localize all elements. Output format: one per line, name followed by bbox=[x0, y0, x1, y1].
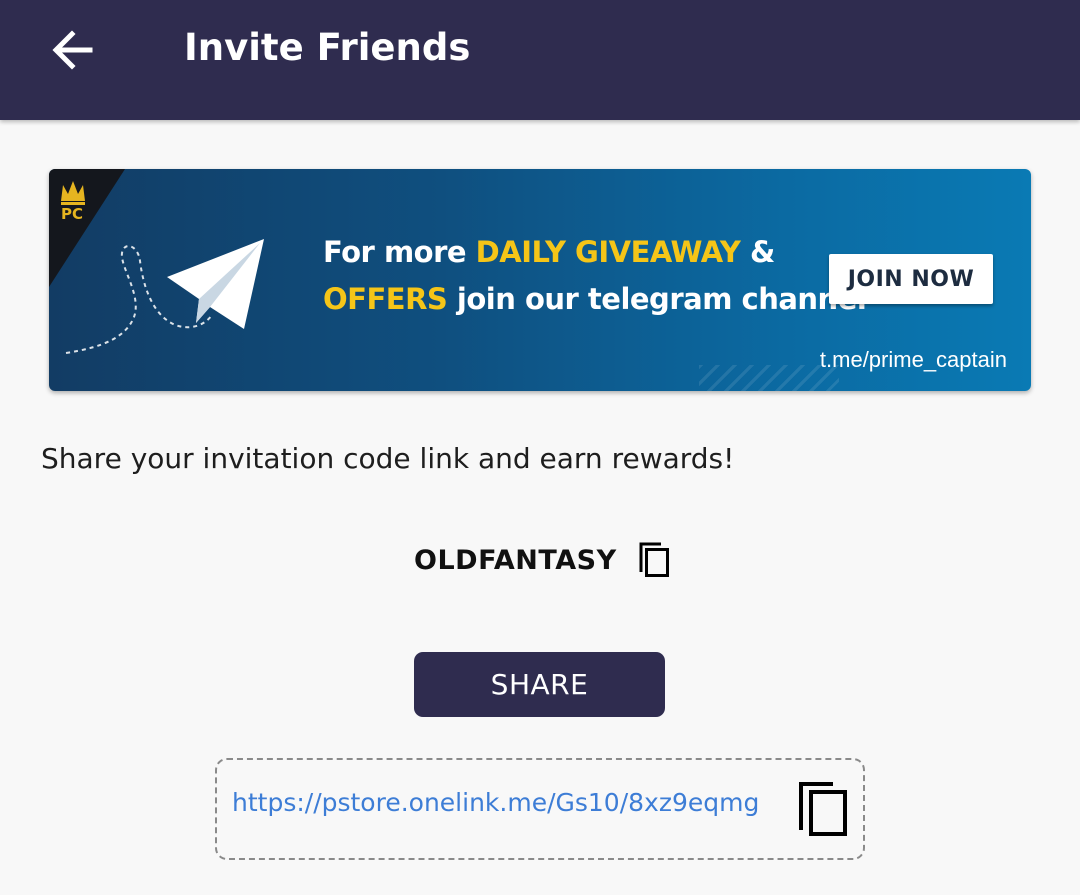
invite-link[interactable]: https://pstore.onelink.me/Gs10/8xz9eqmg bbox=[232, 788, 759, 817]
invite-tagline: Share your invitation code link and earn… bbox=[41, 442, 735, 475]
copy-link-icon[interactable] bbox=[797, 780, 849, 838]
telegram-url: t.me/prime_captain bbox=[819, 347, 1007, 372]
invite-code-row: OLDFANTASY bbox=[414, 538, 671, 582]
app-bar: Invite Friends bbox=[0, 0, 1080, 120]
invite-link-box: https://pstore.onelink.me/Gs10/8xz9eqmg bbox=[215, 758, 865, 860]
arrow-left-icon bbox=[52, 30, 93, 70]
telegram-plane-icon bbox=[65, 239, 264, 354]
back-button[interactable] bbox=[40, 18, 104, 82]
share-button[interactable]: SHARE bbox=[414, 652, 665, 717]
banner-line2-suffix: join our telegram channel bbox=[447, 282, 867, 316]
banner-stripes bbox=[699, 365, 839, 391]
banner-line1-suffix: & bbox=[740, 235, 775, 269]
copy-code-icon[interactable] bbox=[637, 542, 671, 578]
join-now-button[interactable]: JOIN NOW bbox=[829, 254, 993, 304]
telegram-promo-banner[interactable]: PC For more DAILY GIVEAWAY & OFFERS join… bbox=[49, 169, 1031, 391]
invite-code: OLDFANTASY bbox=[414, 544, 617, 576]
banner-daily-giveaway: DAILY GIVEAWAY bbox=[475, 235, 741, 269]
banner-offers: OFFERS bbox=[323, 282, 448, 316]
page-title: Invite Friends bbox=[184, 26, 471, 69]
banner-headline-line2: OFFERS join our telegram channel bbox=[323, 282, 867, 316]
brand-logo-text: PC bbox=[61, 205, 84, 223]
banner-line1-prefix: For more bbox=[323, 235, 476, 269]
banner-headline-line1: For more DAILY GIVEAWAY & bbox=[323, 235, 775, 269]
